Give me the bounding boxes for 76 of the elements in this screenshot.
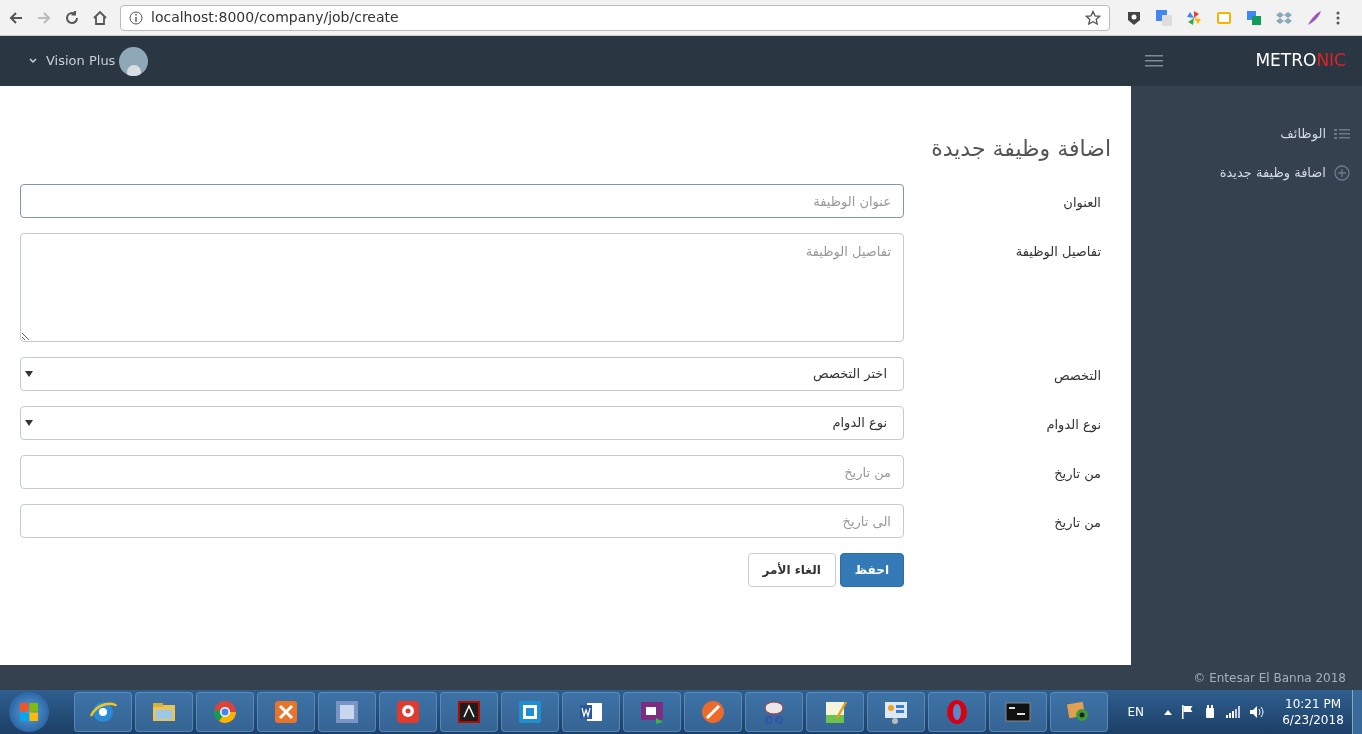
back-button[interactable] bbox=[8, 9, 24, 26]
taskbar-button[interactable] bbox=[318, 692, 376, 732]
taskbar-button[interactable] bbox=[501, 692, 559, 732]
star-icon bbox=[1085, 9, 1101, 26]
field-label: التخصص bbox=[1052, 367, 1101, 386]
taskbar-button[interactable] bbox=[74, 692, 132, 732]
logo: METRONIC bbox=[1255, 49, 1346, 73]
power-plug-icon bbox=[1204, 705, 1216, 719]
input-field[interactable]: من تاريخ bbox=[20, 455, 904, 489]
sidebar-item[interactable]: الوظائف bbox=[1131, 114, 1362, 153]
taskbar-button[interactable] bbox=[745, 692, 803, 732]
field-label: من تاريخ bbox=[1053, 465, 1101, 484]
taskbar-button[interactable] bbox=[562, 692, 620, 732]
taskbar-button[interactable] bbox=[867, 692, 925, 732]
dropdown-arrow-icon bbox=[25, 371, 33, 377]
taskbar-button[interactable] bbox=[623, 692, 681, 732]
home-button[interactable] bbox=[92, 9, 108, 26]
home-icon bbox=[92, 9, 108, 26]
text-area[interactable]: تفاصيل الوظيفة bbox=[20, 233, 904, 342]
reload-button[interactable] bbox=[64, 9, 80, 26]
chevron-down-icon bbox=[28, 56, 38, 66]
cards-icon bbox=[1246, 9, 1262, 26]
forward-arrow-icon bbox=[36, 9, 52, 26]
list-icon bbox=[1334, 127, 1350, 140]
select-value: اختر التخصص bbox=[813, 365, 887, 384]
copyright-text: © Entesar El Banna 2018 bbox=[1193, 669, 1346, 687]
reload-icon bbox=[64, 9, 80, 26]
save-button[interactable]: احفظ bbox=[839, 553, 904, 587]
select-value: نوع الدوام bbox=[832, 414, 887, 433]
tool-icon bbox=[699, 698, 727, 726]
menu-icon bbox=[1145, 54, 1164, 68]
taskbar-button[interactable] bbox=[257, 692, 315, 732]
user-menu[interactable]: Vision Plus bbox=[28, 51, 116, 71]
speaker-icon bbox=[1250, 706, 1264, 718]
field-label: تفاصيل الوظيفة bbox=[1014, 243, 1101, 262]
page-title: اضافة وظيفة جديدة bbox=[931, 135, 1111, 163]
chrome-icon bbox=[211, 698, 239, 726]
menu-toggle[interactable] bbox=[1145, 54, 1164, 68]
avatar bbox=[119, 46, 149, 76]
field-label: نوع الدوام bbox=[1045, 416, 1101, 435]
clock[interactable]: 10:21 PM 6/23/2018 bbox=[1282, 696, 1344, 728]
taskbar-button[interactable] bbox=[135, 692, 193, 732]
dropdown-arrow-icon bbox=[25, 420, 33, 426]
feather-icon bbox=[1306, 9, 1322, 26]
taskbar-button[interactable] bbox=[806, 692, 864, 732]
menu-button[interactable] bbox=[1336, 9, 1340, 26]
flag-icon bbox=[1182, 705, 1194, 719]
xampp-icon bbox=[272, 698, 300, 726]
pinwheel-icon bbox=[1186, 9, 1202, 26]
input-field[interactable]: عنوان الوظيفة bbox=[20, 184, 904, 218]
field-label: من تاريخ bbox=[1053, 514, 1101, 533]
language-indicator[interactable]: EN bbox=[1127, 703, 1144, 721]
windows-logo-icon bbox=[19, 702, 39, 722]
back-arrow-icon bbox=[8, 9, 24, 26]
address-bar[interactable]: localhost:8000/company/job/create bbox=[120, 4, 1110, 31]
note-icon bbox=[1216, 9, 1232, 26]
input-field[interactable]: الى تاريخ bbox=[20, 504, 904, 538]
taskbar-button[interactable] bbox=[440, 692, 498, 732]
field-label: العنوان bbox=[1062, 194, 1101, 213]
taskbar-button[interactable] bbox=[684, 692, 742, 732]
plus-circle-icon bbox=[1334, 164, 1350, 181]
cancel-button[interactable]: الغاء الأمر bbox=[747, 553, 836, 587]
start-button[interactable] bbox=[9, 692, 49, 732]
dropbox-icon bbox=[1276, 9, 1292, 26]
select-field[interactable]: نوع الدوام bbox=[20, 406, 904, 440]
tray-expand-button[interactable] bbox=[1164, 709, 1172, 715]
url-text: localhost:8000/company/job/create bbox=[151, 8, 400, 27]
shield-icon bbox=[1126, 9, 1142, 26]
caret-up-icon bbox=[1164, 709, 1172, 715]
taskbar-button[interactable] bbox=[989, 692, 1047, 732]
select-field[interactable]: اختر التخصص bbox=[20, 357, 904, 391]
signal-icon bbox=[1226, 706, 1240, 718]
info-icon bbox=[129, 10, 143, 25]
taskbar-button[interactable] bbox=[379, 692, 437, 732]
more-vertical-icon bbox=[1336, 9, 1340, 26]
sidebar-item[interactable]: اضافة وظيفة جديدة bbox=[1131, 153, 1362, 192]
